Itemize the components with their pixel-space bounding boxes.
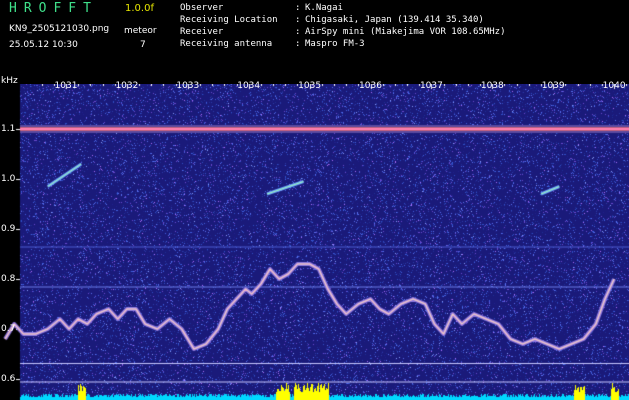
x-tick-label: 1038	[480, 81, 504, 91]
x-tick-label: 1033	[176, 81, 200, 91]
info-row-antenna: Receiving antenna: Maspro FM-3	[180, 39, 365, 49]
x-tick-label: 1039	[541, 81, 565, 91]
x-tick-label: 1040	[602, 81, 626, 91]
info-key: Observer	[180, 3, 224, 13]
spectrogram-canvas	[0, 84, 629, 400]
x-tick-label: 1036	[359, 81, 382, 91]
info-key: Receiving Location	[180, 15, 278, 25]
header-panel: HROFFT 1.0.0f KN9_2505121030.png meteor …	[0, 0, 629, 76]
meteor-label: meteor	[124, 26, 157, 36]
info-value: AirSpy mini (Miakejima VOR 108.65MHz)	[305, 27, 506, 37]
info-key: Receiving antenna	[180, 39, 273, 49]
y-tick-label: 1.1	[1, 124, 16, 134]
y-tick-label: 0.8	[1, 274, 16, 284]
x-tick-label: 1035	[298, 81, 322, 91]
x-tick-label: 1031	[54, 81, 78, 91]
info-row-receiver: Receiver: AirSpy mini (Miakejima VOR 108.…	[180, 27, 506, 37]
app-title: HROFFT	[9, 1, 98, 16]
y-tick-label: 0.7	[1, 324, 16, 334]
info-key: Receiver	[180, 27, 224, 37]
x-tick-label: 1034	[237, 81, 261, 91]
meteor-count: 7	[140, 40, 146, 50]
app-version: 1.0.0f	[125, 3, 154, 14]
file-name: KN9_2505121030.png	[9, 24, 110, 34]
x-tick-label: 1037	[419, 81, 443, 91]
y-tick-label: 0.6	[1, 374, 16, 384]
y-unit-label: kHz	[1, 76, 18, 86]
timestamp: 25.05.12 10:30	[9, 40, 78, 50]
x-tick-label: 1032	[115, 81, 139, 91]
info-row-observer: Observer: K.Nagai	[180, 3, 343, 13]
y-tick-label: 0.9	[1, 224, 16, 234]
info-row-location: Receiving Location: Chigasaki, Japan (139…	[180, 15, 484, 25]
info-value: Maspro FM-3	[305, 39, 365, 49]
info-value: Chigasaki, Japan (139.414 35.340)	[305, 15, 484, 25]
y-tick-label: 1.0	[1, 174, 16, 184]
info-value: K.Nagai	[305, 3, 343, 13]
